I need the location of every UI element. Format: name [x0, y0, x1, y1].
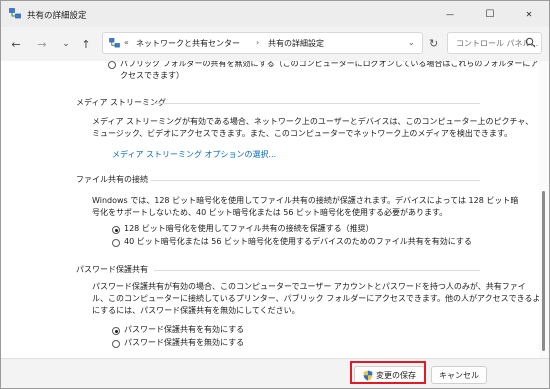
breadcrumb-overflow-icon[interactable]: «	[124, 38, 129, 47]
vertical-scrollbar[interactable]	[539, 61, 549, 358]
divider	[154, 270, 480, 271]
address-bar[interactable]: « ネットワークと共有センター › 共有の詳細設定 ⌄	[102, 32, 423, 54]
up-button[interactable]: ↑	[77, 35, 95, 53]
password-desc-line1: パスワード保護共有が有効の場合、このコンピューターでユーザー アカウントとパスワ…	[92, 282, 526, 291]
encryption-40-56-radio[interactable]	[112, 239, 120, 247]
breadcrumb-network-center[interactable]: ネットワークと共有センター	[136, 38, 240, 49]
network-sharing-icon	[109, 38, 120, 48]
divider	[154, 103, 480, 104]
media-streaming-options-link[interactable]: メディア ストリーミング オプションの選択...	[112, 149, 276, 161]
file-sharing-desc-line2: 号化をサポートしないため、40 ビット暗号化または 56 ビット暗号化を使用する…	[92, 208, 448, 217]
public-folder-off-line2: クセスできます）	[120, 71, 184, 80]
advanced-sharing-window: 共有の詳細設定 — ☐ ✕ ← → ⌄ ↑ « ネットワークと共有センター › …	[0, 0, 550, 389]
maximize-button[interactable]: ☐	[470, 1, 510, 27]
scrollbar-thumb[interactable]	[542, 191, 545, 351]
divider	[151, 180, 480, 181]
navigation-bar: ← → ⌄ ↑ « ネットワークと共有センター › 共有の詳細設定 ⌄ ↻ コン…	[1, 27, 549, 61]
password-desc-line3: にするには、パスワード保護共有を無効にしてください。	[92, 306, 300, 315]
encryption-128-label[interactable]: 128 ビット暗号化を使用してファイル共有の接続を保護する（推奨）	[124, 223, 374, 235]
encryption-128-radio[interactable]	[112, 226, 120, 234]
forward-button[interactable]: →	[33, 35, 51, 53]
search-box[interactable]: コントロール パネル...	[447, 32, 542, 54]
public-folder-off-radio[interactable]	[108, 61, 116, 69]
refresh-button[interactable]: ↻	[429, 37, 438, 50]
media-streaming-header: メディア ストリーミング	[76, 98, 166, 107]
search-icon	[525, 37, 536, 48]
settings-content: パブリック フォルダーの共有を無効にする（このコンピューターにログオンしている場…	[1, 61, 549, 358]
title-bar: 共有の詳細設定 — ☐ ✕	[1, 1, 549, 27]
media-streaming-desc-line2: ミュージック、ビデオにアクセスできます。また、このコンピューターでネットワーク上…	[92, 129, 513, 138]
password-off-radio[interactable]	[112, 340, 120, 348]
media-streaming-desc-line1: メディア ストリーミングが有効である場合、ネットワーク上のユーザーとデバイスは、…	[92, 117, 534, 126]
recent-locations-button[interactable]: ⌄	[57, 35, 75, 53]
address-dropdown-icon[interactable]: ⌄	[408, 38, 415, 47]
password-protection-header: パスワード保護共有	[76, 265, 148, 274]
back-button[interactable]: ←	[7, 35, 25, 53]
save-button-highlight	[350, 361, 426, 384]
public-folder-off-line1: パブリック フォルダーの共有を無効にする（このコンピューターにログオンしている場…	[120, 61, 539, 68]
password-desc-line2: ル、このコンピューターに接続しているプリンター、パブリック フォルダーにアクセス…	[92, 294, 549, 303]
password-on-radio[interactable]	[112, 327, 120, 335]
encryption-40-56-label[interactable]: 40 ビット暗号化または 56 ビット暗号化を使用するデバイスのためのファイル共…	[124, 236, 472, 248]
file-sharing-desc-line1: Windows では、128 ビット暗号化を使用してファイル共有の接続が保護され…	[92, 196, 519, 205]
password-off-label[interactable]: パスワード保護共有を無効にする	[124, 337, 244, 349]
file-sharing-header: ファイル共有の接続	[76, 175, 148, 184]
minimize-button[interactable]: —	[430, 1, 470, 27]
cancel-button[interactable]: キャンセル	[431, 366, 487, 384]
network-sharing-icon	[9, 8, 21, 19]
window-title: 共有の詳細設定	[27, 11, 87, 21]
close-button[interactable]: ✕	[509, 1, 549, 27]
breadcrumb-separator: ›	[256, 38, 260, 47]
dialog-footer: 変更の保存 キャンセル	[1, 358, 549, 388]
breadcrumb-advanced-sharing[interactable]: 共有の詳細設定	[268, 38, 324, 49]
password-on-label[interactable]: パスワード保護共有を有効にする	[124, 324, 244, 336]
